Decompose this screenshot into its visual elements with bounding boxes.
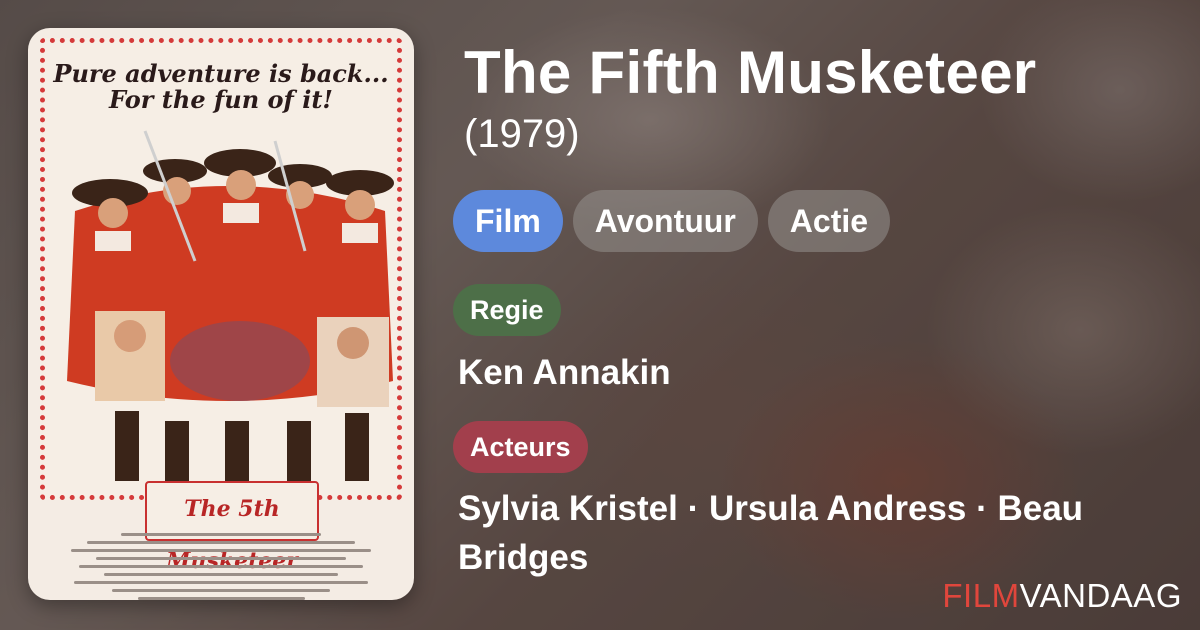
- brand-logo-vandaag: VANDAAG: [1019, 577, 1182, 614]
- poster-tagline-line2: For the fun of it!: [109, 85, 333, 114]
- actors-label: Acteurs: [453, 421, 588, 473]
- genre-chip-film[interactable]: Film: [453, 190, 563, 252]
- poster-tagline-line1: Pure adventure is back...: [53, 59, 389, 88]
- movie-title: The Fifth Musketeer: [464, 39, 1037, 106]
- movie-year: (1979): [464, 112, 580, 156]
- director-label: Regie: [453, 284, 561, 336]
- genre-chip-actie[interactable]: Actie: [767, 190, 891, 252]
- poster-credits: [54, 528, 388, 600]
- movie-poster: Pure adventure is back... For the fun of…: [28, 28, 414, 600]
- director-name: Ken Annakin: [458, 353, 671, 392]
- poster-tagline: Pure adventure is back... For the fun of…: [45, 61, 397, 113]
- genre-chip-avontuur[interactable]: Avontuur: [572, 190, 758, 252]
- brand-logo: FILMVANDAAG: [942, 577, 1182, 615]
- brand-logo-film: FILM: [942, 577, 1020, 614]
- poster-artwork: [67, 130, 394, 483]
- actors-list: Sylvia Kristel · Ursula Andress · Beau B…: [458, 489, 1084, 577]
- poster-frame: Pure adventure is back... For the fun of…: [40, 38, 402, 574]
- genre-chips: Film Avontuur Actie: [453, 190, 891, 252]
